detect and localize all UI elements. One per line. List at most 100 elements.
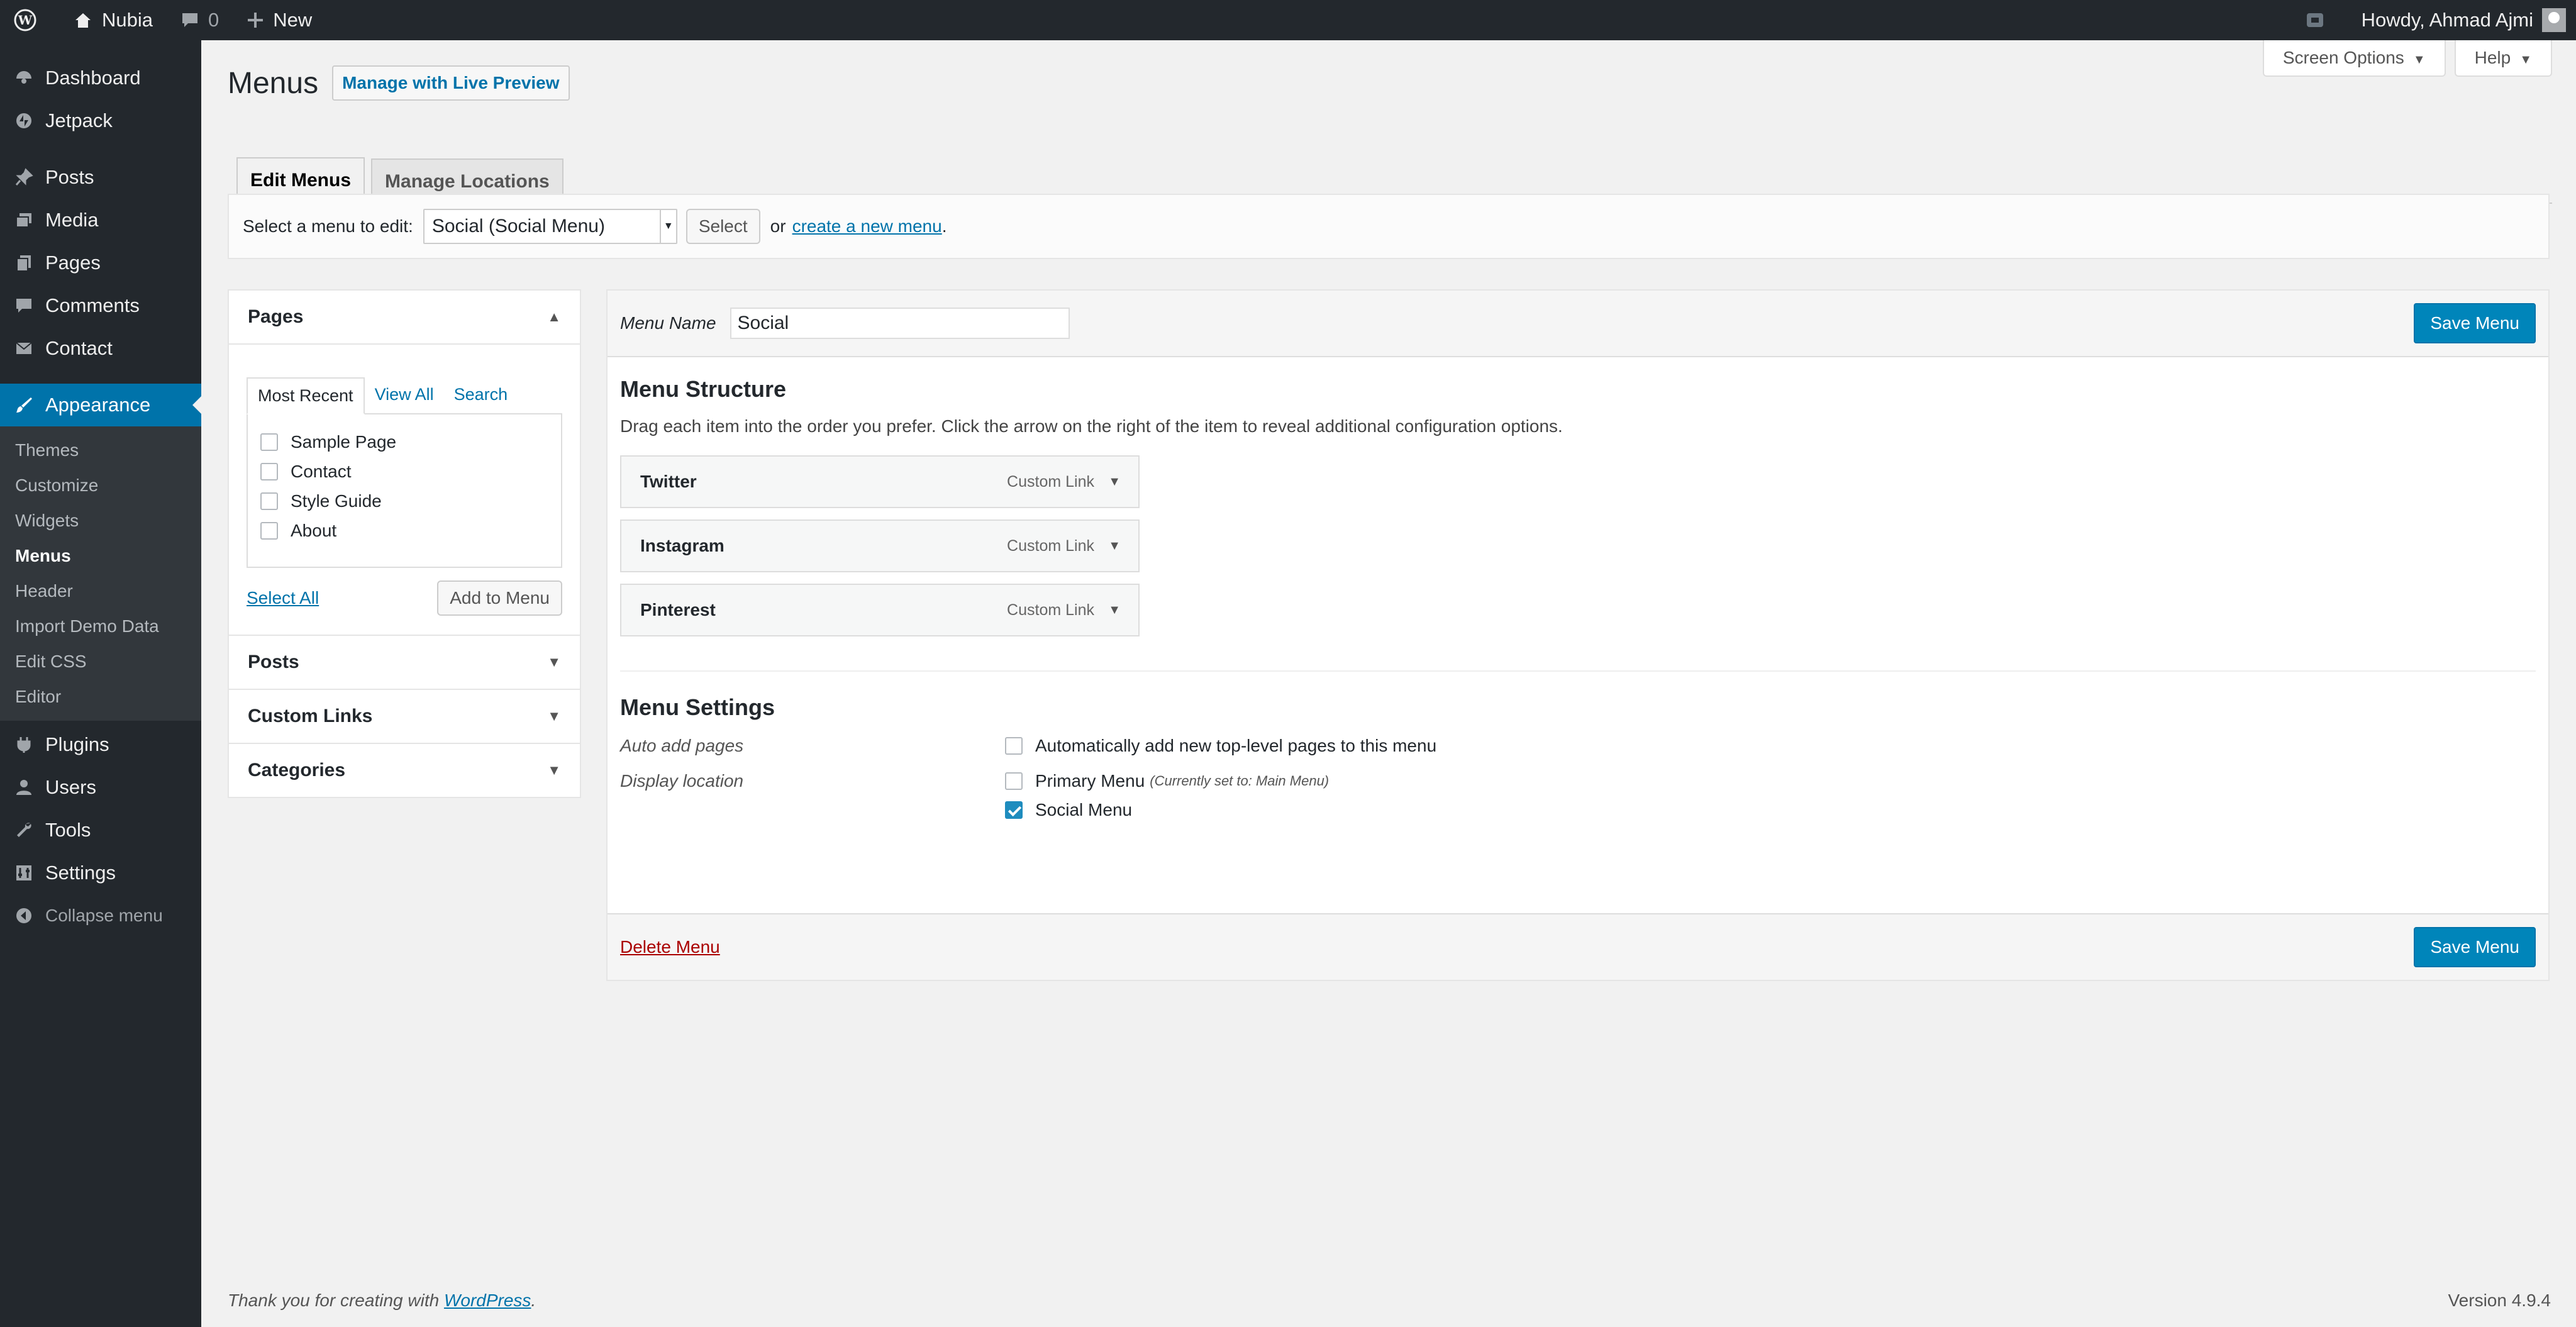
save-menu-button[interactable]: Save Menu — [2414, 303, 2536, 343]
pages-checklist: Sample Page Contact Style Guide About — [247, 413, 562, 568]
expand-arrow-icon[interactable]: ▼ — [1108, 603, 1121, 618]
submenu-customize[interactable]: Customize — [0, 468, 201, 503]
create-new-menu-link[interactable]: create a new menu — [792, 216, 942, 236]
pages-inner-tabs: Most Recent View All Search — [247, 377, 562, 414]
menu-header: Menu Name Social Save Menu — [608, 291, 2548, 357]
posts-accordion[interactable]: Posts ▼ — [228, 636, 581, 690]
caret-down-icon: ▼ — [2519, 53, 2532, 67]
caret-down-icon: ▼ — [547, 654, 561, 670]
sidebar-item-pages[interactable]: Pages — [0, 242, 201, 284]
list-item[interactable]: Contact — [260, 457, 548, 486]
tab-view-all[interactable]: View All — [365, 377, 444, 413]
collapse-menu-button[interactable]: Collapse menu — [0, 894, 201, 937]
tab-most-recent[interactable]: Most Recent — [247, 377, 365, 414]
sidebar-item-settings[interactable]: Settings — [0, 852, 201, 894]
page-title: Menus — [228, 66, 319, 100]
select-button[interactable]: Select — [686, 209, 760, 244]
sidebar-item-contact[interactable]: Contact — [0, 327, 201, 370]
site-name-link[interactable]: Nubia — [59, 0, 167, 40]
sidebar-item-users[interactable]: Users — [0, 766, 201, 809]
divider — [620, 670, 2536, 672]
sidebar-item-media[interactable]: Media — [0, 199, 201, 242]
delete-menu-link[interactable]: Delete Menu — [620, 937, 720, 957]
comment-icon — [182, 13, 197, 27]
sidebar-item-tools[interactable]: Tools — [0, 809, 201, 852]
expand-arrow-icon[interactable]: ▼ — [1108, 475, 1121, 489]
page-checkbox[interactable] — [260, 433, 278, 451]
submenu-editor[interactable]: Editor — [0, 679, 201, 714]
dropdown-arrow-icon: ▼ — [659, 210, 676, 243]
sidebar-item-dashboard[interactable]: Dashboard — [0, 57, 201, 99]
custom-links-accordion[interactable]: Custom Links ▼ — [228, 690, 581, 744]
submenu-widgets[interactable]: Widgets — [0, 503, 201, 538]
menu-name-input[interactable]: Social — [730, 308, 1070, 339]
menu-item-row[interactable]: Pinterest Custom Link ▼ — [620, 584, 1140, 636]
auto-add-checkbox[interactable] — [1005, 737, 1023, 755]
caret-down-icon: ▼ — [2412, 53, 2426, 67]
media-icon — [13, 209, 35, 231]
menu-structure-desc: Drag each item into the order you prefer… — [620, 416, 1563, 436]
submenu-edit-css[interactable]: Edit CSS — [0, 644, 201, 679]
tools-icon — [13, 819, 35, 841]
live-preview-button[interactable]: Manage with Live Preview — [332, 65, 570, 101]
list-item[interactable]: About — [260, 516, 548, 545]
settings-icon — [13, 862, 35, 884]
menu-edit-panel: Menu Name Social Save Menu Menu Structur… — [606, 289, 2550, 981]
mail-icon — [13, 337, 35, 360]
primary-menu-note: (Currently set to: Main Menu) — [1150, 773, 1330, 789]
comments-link[interactable]: 0 — [167, 0, 233, 40]
sidebar-item-appearance[interactable]: Appearance — [0, 384, 201, 426]
page-checkbox[interactable] — [260, 462, 278, 480]
notifications-button[interactable] — [2291, 0, 2348, 40]
select-all-link[interactable]: Select All — [247, 588, 319, 608]
sidebar-item-posts[interactable]: Posts — [0, 156, 201, 199]
pages-icon — [13, 252, 35, 274]
nav-tabs: Edit Menus Manage Locations — [236, 116, 2552, 204]
pages-panel-header[interactable]: Pages ▲ — [229, 291, 580, 343]
notification-icon — [2306, 13, 2323, 27]
display-location-label: Display location — [620, 771, 744, 791]
svg-text:W: W — [18, 13, 33, 28]
wordpress-logo-button[interactable]: W — [0, 0, 59, 40]
plugins-icon — [13, 733, 35, 756]
screen-options-button[interactable]: Screen Options ▼ — [2262, 40, 2446, 77]
caret-down-icon: ▼ — [547, 762, 561, 778]
users-icon — [13, 776, 35, 799]
wordpress-link[interactable]: WordPress — [444, 1291, 531, 1310]
list-item[interactable]: Style Guide — [260, 486, 548, 516]
appearance-submenu: Themes Customize Widgets Menus Header Im… — [0, 426, 201, 721]
social-menu-checkbox[interactable] — [1005, 801, 1023, 819]
wordpress-icon: W — [14, 9, 36, 31]
brush-icon — [13, 394, 35, 416]
save-menu-button-bottom[interactable]: Save Menu — [2414, 927, 2536, 967]
categories-accordion[interactable]: Categories ▼ — [228, 744, 581, 798]
submenu-header[interactable]: Header — [0, 574, 201, 609]
submenu-themes[interactable]: Themes — [0, 433, 201, 468]
new-content-button[interactable]: New — [233, 0, 326, 40]
avatar — [2542, 8, 2566, 32]
user-account-menu[interactable]: Howdy, Ahmad Ajmi — [2348, 0, 2576, 40]
caret-down-icon: ▼ — [547, 708, 561, 724]
page-checkbox[interactable] — [260, 521, 278, 540]
menu-name-label: Menu Name — [620, 313, 716, 333]
menu-item-row[interactable]: Twitter Custom Link ▼ — [620, 455, 1140, 508]
submenu-import-demo-data[interactable]: Import Demo Data — [0, 609, 201, 644]
menu-select-bar: Select a menu to edit: Social (Social Me… — [228, 194, 2550, 259]
user-greeting: Howdy, Ahmad Ajmi — [2361, 9, 2533, 31]
help-button[interactable]: Help ▼ — [2454, 40, 2552, 77]
add-to-menu-button[interactable]: Add to Menu — [437, 580, 562, 616]
auto-add-text: Automatically add new top-level pages to… — [1035, 736, 1437, 755]
auto-add-label: Auto add pages — [620, 736, 744, 755]
list-item[interactable]: Sample Page — [260, 427, 548, 457]
sidebar-item-jetpack[interactable]: Jetpack — [0, 99, 201, 142]
expand-arrow-icon[interactable]: ▼ — [1108, 539, 1121, 553]
tab-search[interactable]: Search — [444, 377, 518, 413]
primary-menu-checkbox[interactable] — [1005, 772, 1023, 790]
submenu-menus[interactable]: Menus — [0, 538, 201, 574]
sidebar-item-comments[interactable]: Comments — [0, 284, 201, 327]
sidebar-item-plugins[interactable]: Plugins — [0, 723, 201, 766]
page-checkbox[interactable] — [260, 492, 278, 510]
menu-select-dropdown[interactable]: Social (Social Menu) ▼ — [423, 209, 677, 244]
menu-item-row[interactable]: Instagram Custom Link ▼ — [620, 519, 1140, 572]
primary-menu-label: Primary Menu — [1035, 771, 1145, 791]
